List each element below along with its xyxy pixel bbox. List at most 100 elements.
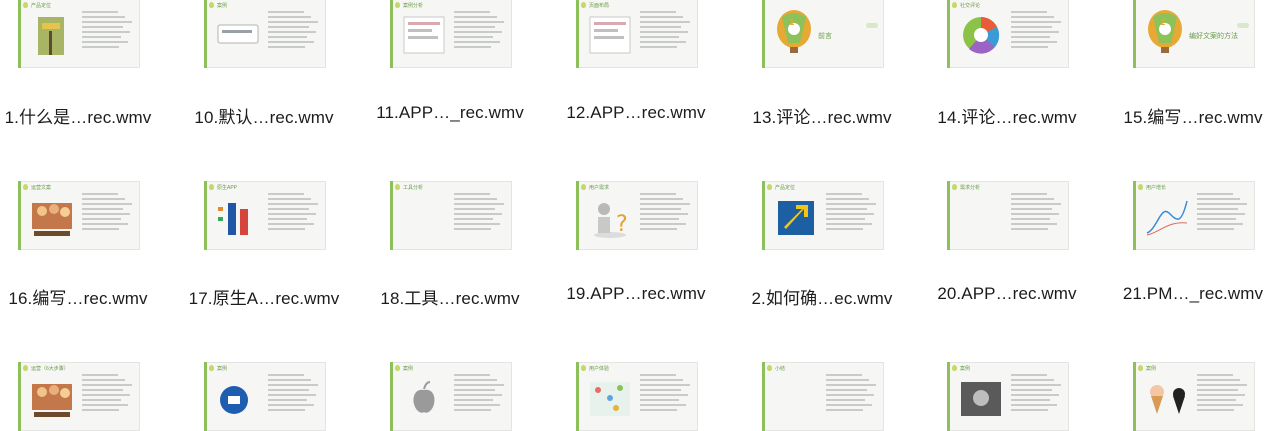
file-name-label: 10.默认…rec.wmv — [194, 108, 334, 127]
file-name-label: 15.编写…rec.wmv — [1123, 108, 1263, 127]
cloud-icon — [1237, 23, 1249, 28]
slide-title: 案例 — [1146, 366, 1157, 372]
slide-text-lines — [268, 193, 320, 233]
balloon-illustration — [770, 9, 814, 55]
slide-text-lines — [640, 11, 692, 51]
slide-title: 用户增长 — [1146, 185, 1167, 191]
slide-text-lines — [1011, 374, 1063, 414]
file-name-label: 17.原生A…rec.wmv — [188, 289, 340, 308]
slide-title: 运营文案 — [31, 185, 52, 191]
slide-accent-bar — [390, 181, 393, 250]
balloon-illustration — [1141, 9, 1185, 55]
lightbulb-icon — [209, 184, 214, 190]
slide-accent-bar — [204, 181, 207, 250]
slide-caption: 前言 — [818, 33, 832, 40]
slide-text-lines — [826, 193, 878, 233]
video-thumbnail[interactable]: 产品定位 — [18, 0, 140, 68]
badge-number: 2 — [1160, 18, 1166, 27]
lightbulb-icon — [952, 2, 957, 8]
slide-accent-bar — [18, 362, 21, 431]
badge-number: 1 — [789, 18, 795, 27]
video-thumbnail[interactable]: 用户增长 — [1133, 181, 1255, 250]
video-thumbnail[interactable]: 原生APP — [204, 181, 326, 250]
video-thumbnail[interactable]: 需求分析 — [947, 181, 1069, 250]
lightbulb-icon — [581, 184, 586, 190]
video-thumbnail[interactable]: 运营文案 — [18, 181, 140, 250]
file-name-label: 12.APP…rec.wmv — [566, 103, 706, 122]
slide-accent-bar — [947, 362, 950, 431]
slide-text-lines — [1197, 193, 1249, 233]
slide-text-lines — [454, 11, 506, 51]
slide-title: 用户需求 — [589, 185, 610, 191]
circle-illustration — [216, 376, 260, 422]
slide-title: 运营（6大步骤） — [31, 366, 69, 372]
sign2-illustration — [774, 195, 818, 241]
screen-illustration — [588, 13, 632, 59]
video-thumbnail[interactable]: 用户需求? — [576, 181, 698, 250]
file-name-label: 2.如何确…ec.wmv — [751, 289, 893, 308]
video-thumbnail[interactable]: 运营（6大步骤） — [18, 362, 140, 431]
question-illustration: ? — [588, 195, 632, 241]
slide-title: 案例 — [217, 366, 228, 372]
lightbulb-icon — [395, 365, 400, 371]
slide-title: 用户体验 — [589, 366, 610, 372]
video-thumbnail[interactable]: 案例 — [390, 362, 512, 431]
slide-text-lines — [1011, 193, 1063, 233]
lightbulb-icon — [767, 365, 772, 371]
video-thumbnail[interactable]: 案例 — [1133, 362, 1255, 431]
slide-text-lines — [268, 11, 320, 51]
slide-title: 页面布局 — [589, 3, 610, 9]
slide-text-lines — [454, 374, 506, 414]
file-name-label: 18.工具…rec.wmv — [380, 289, 520, 308]
slide-title: 小结 — [775, 366, 786, 372]
slide-title: 案例 — [403, 366, 414, 372]
box-illustration — [216, 13, 260, 59]
slide-title: 案例分析 — [403, 3, 424, 9]
file-name-label: 14.评论…rec.wmv — [937, 108, 1077, 127]
video-thumbnail[interactable]: 编好文案的方法 2 — [1133, 0, 1255, 68]
file-name-label: 13.评论…rec.wmv — [752, 108, 892, 127]
file-name-label: 16.编写…rec.wmv — [8, 289, 148, 308]
video-thumbnail[interactable]: 案例 — [947, 362, 1069, 431]
slide-text-lines — [640, 374, 692, 414]
bars-illustration — [216, 195, 260, 241]
video-thumbnail[interactable]: 产品定位 — [762, 181, 884, 250]
slide-accent-bar — [576, 362, 579, 431]
video-thumbnail[interactable]: 工具分析 — [390, 181, 512, 250]
slide-title: 产品定位 — [775, 185, 796, 191]
svg-text:?: ? — [616, 212, 628, 237]
none-illustration — [774, 376, 818, 422]
video-thumbnail[interactable]: 案例 — [204, 362, 326, 431]
cloud-icon — [866, 23, 878, 28]
video-thumbnail[interactable]: 前言 1 — [762, 0, 884, 68]
lightbulb-icon — [581, 2, 586, 8]
slide-accent-bar — [947, 0, 950, 68]
slide-title: 案例 — [217, 3, 228, 9]
lightbulb-icon — [23, 365, 28, 371]
slide-text-lines — [826, 374, 878, 414]
slide-accent-bar — [18, 181, 21, 250]
slide-title: 原生APP — [217, 185, 238, 191]
lightbulb-icon — [395, 2, 400, 8]
none-illustration — [402, 195, 446, 241]
video-thumbnail[interactable]: 页面布局 — [576, 0, 698, 68]
slide-text-lines — [82, 11, 134, 51]
video-thumbnail[interactable]: 小结 — [762, 362, 884, 431]
lightbulb-icon — [767, 184, 772, 190]
video-thumbnail[interactable]: 案例分析 — [390, 0, 512, 68]
video-thumbnail[interactable]: 案例 — [204, 0, 326, 68]
slide-accent-bar — [390, 362, 393, 431]
curve-illustration — [1145, 195, 1189, 241]
apple-illustration — [402, 376, 446, 422]
wheel-illustration — [959, 13, 1003, 59]
file-name-label: 20.APP…rec.wmv — [937, 284, 1077, 303]
icecream-illustration — [1145, 376, 1189, 422]
video-thumbnail[interactable]: 社交评论 — [947, 0, 1069, 68]
slide-accent-bar — [390, 0, 393, 68]
video-thumbnail[interactable]: 用户体验 — [576, 362, 698, 431]
lightbulb-icon — [23, 184, 28, 190]
lightbulb-icon — [23, 2, 28, 8]
slide-accent-bar — [204, 0, 207, 68]
lightbulb-icon — [581, 365, 586, 371]
slide-accent-bar — [1133, 181, 1136, 250]
